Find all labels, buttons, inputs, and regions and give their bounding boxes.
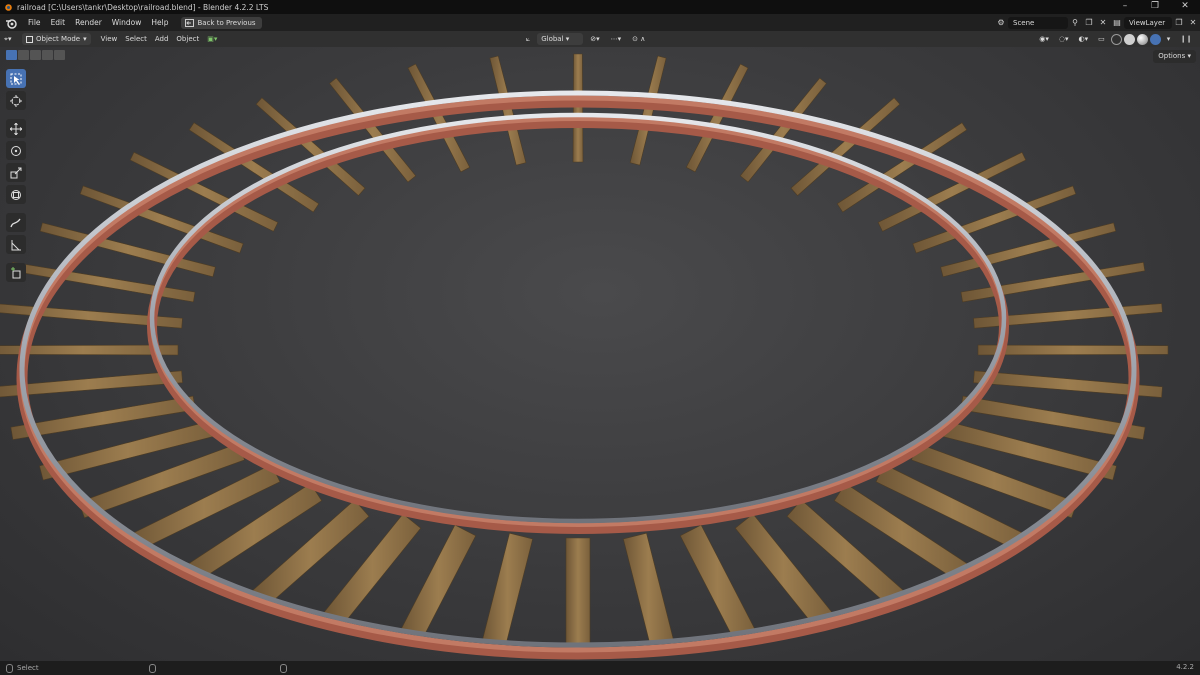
minimize-button[interactable]: – <box>1110 0 1140 14</box>
new-viewlayer-icon[interactable]: ❐ <box>1172 17 1186 29</box>
wireframe-shading-icon[interactable] <box>1110 33 1122 45</box>
annotate-tool[interactable] <box>6 213 26 232</box>
rotate-tool[interactable] <box>6 141 26 160</box>
select-box-icon <box>10 73 22 84</box>
show-overlays-icon[interactable]: ◐▾ <box>1075 33 1093 45</box>
window-controls: – ❐ ✕ <box>1110 0 1200 14</box>
pin-icon[interactable]: ⚲ <box>1068 17 1082 29</box>
mouse-middle-icon <box>148 663 156 673</box>
railroad-tie <box>565 537 591 647</box>
back-icon <box>185 18 195 27</box>
scale-icon <box>10 167 22 178</box>
mode-label: Object Mode <box>36 35 81 43</box>
view-object-types-icon[interactable]: ◉▾ <box>1035 33 1053 45</box>
scale-tool[interactable] <box>6 163 26 182</box>
back-to-previous-button[interactable]: Back to Previous <box>181 16 262 29</box>
snap-icon[interactable]: ⋯▾ <box>607 33 626 45</box>
menu-help[interactable]: Help <box>146 14 173 31</box>
material-shading-icon[interactable] <box>1136 33 1148 45</box>
xray-toggle-icon[interactable]: ▭ <box>1094 33 1109 45</box>
transform-icon <box>11 189 21 200</box>
railroad-tie <box>629 55 667 166</box>
show-gizmo-icon[interactable]: ◌▾ <box>1055 33 1073 45</box>
viewlayer-field[interactable]: ViewLayer <box>1124 16 1172 29</box>
gizmo-toggle-icon[interactable]: ▣▾ <box>203 33 221 45</box>
3d-viewport[interactable]: Options ▾ <box>0 47 1200 661</box>
railroad-scene <box>0 53 1169 660</box>
measure-tool[interactable] <box>6 235 26 254</box>
annotate-icon <box>10 218 21 227</box>
select-box-tool[interactable] <box>6 69 26 88</box>
orientation-label: Global <box>541 35 564 43</box>
scene-browse-icon[interactable]: ⚙ <box>994 17 1008 29</box>
menu-select[interactable]: Select <box>121 33 151 45</box>
orientation-icon: ⟀ <box>526 35 531 43</box>
measure-icon <box>11 239 21 250</box>
back-to-previous-label: Back to Previous <box>197 18 256 27</box>
mouse-left-icon <box>6 663 13 673</box>
select-invert-icon[interactable] <box>42 50 53 60</box>
add-cube-tool[interactable] <box>6 263 26 282</box>
viewport-header: ⌖▾ Object Mode ▾ View Select Add Object … <box>0 31 1200 47</box>
railroad-tie <box>622 532 674 647</box>
menu-render[interactable]: Render <box>70 14 107 31</box>
railroad-tie <box>679 524 755 640</box>
editor-type-icon[interactable]: ⌖▾ <box>0 33 22 45</box>
select-intersect-icon[interactable] <box>54 50 65 60</box>
selection-mode-group <box>6 50 65 60</box>
shading-options-icon[interactable]: ▾ <box>1163 33 1175 45</box>
sidebar-toggle-icon[interactable]: ❙❙ <box>1176 33 1196 45</box>
close-button[interactable]: ✕ <box>1170 0 1200 14</box>
railroad-tie <box>482 532 534 647</box>
rendered-shading-icon[interactable] <box>1149 33 1161 45</box>
blender-logo-icon <box>5 4 12 11</box>
menu-add[interactable]: Add <box>151 33 173 45</box>
version-label: 4.2.2 <box>1176 663 1194 671</box>
cursor-tool[interactable] <box>6 91 26 110</box>
transform-tool[interactable] <box>6 185 26 204</box>
select-subtract-icon[interactable] <box>30 50 41 60</box>
viewlayer-browse-icon[interactable]: ▤ <box>1110 17 1124 29</box>
delete-viewlayer-icon[interactable]: ✕ <box>1186 17 1200 29</box>
inner-rail <box>147 112 1009 534</box>
scene-field[interactable]: Scene <box>1008 16 1068 29</box>
menu-object[interactable]: Object <box>172 33 203 45</box>
options-dropdown[interactable]: Options ▾ <box>1153 50 1196 63</box>
status-select-label: Select <box>17 664 39 672</box>
mouse-right-icon <box>279 663 287 673</box>
select-set-icon[interactable] <box>6 50 17 60</box>
railroad-tie <box>572 53 584 163</box>
object-mode-icon <box>26 35 33 43</box>
window-titlebar: railroad [C:\Users\tankr\Desktop\railroa… <box>0 0 1200 14</box>
proportional-edit-icon[interactable]: ⊙ ∧ <box>628 33 649 45</box>
menu-file[interactable]: File <box>23 14 46 31</box>
cursor-icon <box>10 94 22 107</box>
add-cube-icon <box>11 266 21 278</box>
status-bar: Select 4.2.2 <box>0 661 1200 675</box>
select-extend-icon[interactable] <box>18 50 29 60</box>
delete-scene-icon[interactable]: ✕ <box>1096 17 1110 29</box>
chevron-down-icon: ▾ <box>83 35 87 43</box>
move-tool[interactable] <box>6 119 26 138</box>
menu-edit[interactable]: Edit <box>46 14 71 31</box>
menu-view[interactable]: View <box>97 33 122 45</box>
top-menubar: File Edit Render Window Help Back to Pre… <box>0 14 1200 31</box>
options-label: Options <box>1158 52 1186 60</box>
solid-shading-icon[interactable] <box>1123 33 1135 45</box>
tool-shelf <box>6 69 28 285</box>
pivot-point-icon[interactable]: ⊘▾ <box>586 33 603 45</box>
maximize-button[interactable]: ❐ <box>1140 0 1170 14</box>
rotate-icon <box>11 145 21 156</box>
mode-dropdown[interactable]: Object Mode ▾ <box>22 33 91 45</box>
blender-menu-icon[interactable] <box>5 17 17 29</box>
window-title: railroad [C:\Users\tankr\Desktop\railroa… <box>17 2 269 12</box>
menu-window[interactable]: Window <box>107 14 147 31</box>
new-scene-icon[interactable]: ❐ <box>1082 17 1096 29</box>
railroad-tie <box>489 55 527 166</box>
railroad-tie <box>401 524 477 640</box>
transform-orientation-dropdown[interactable]: Global ▾ <box>537 33 584 45</box>
move-icon <box>10 122 22 135</box>
